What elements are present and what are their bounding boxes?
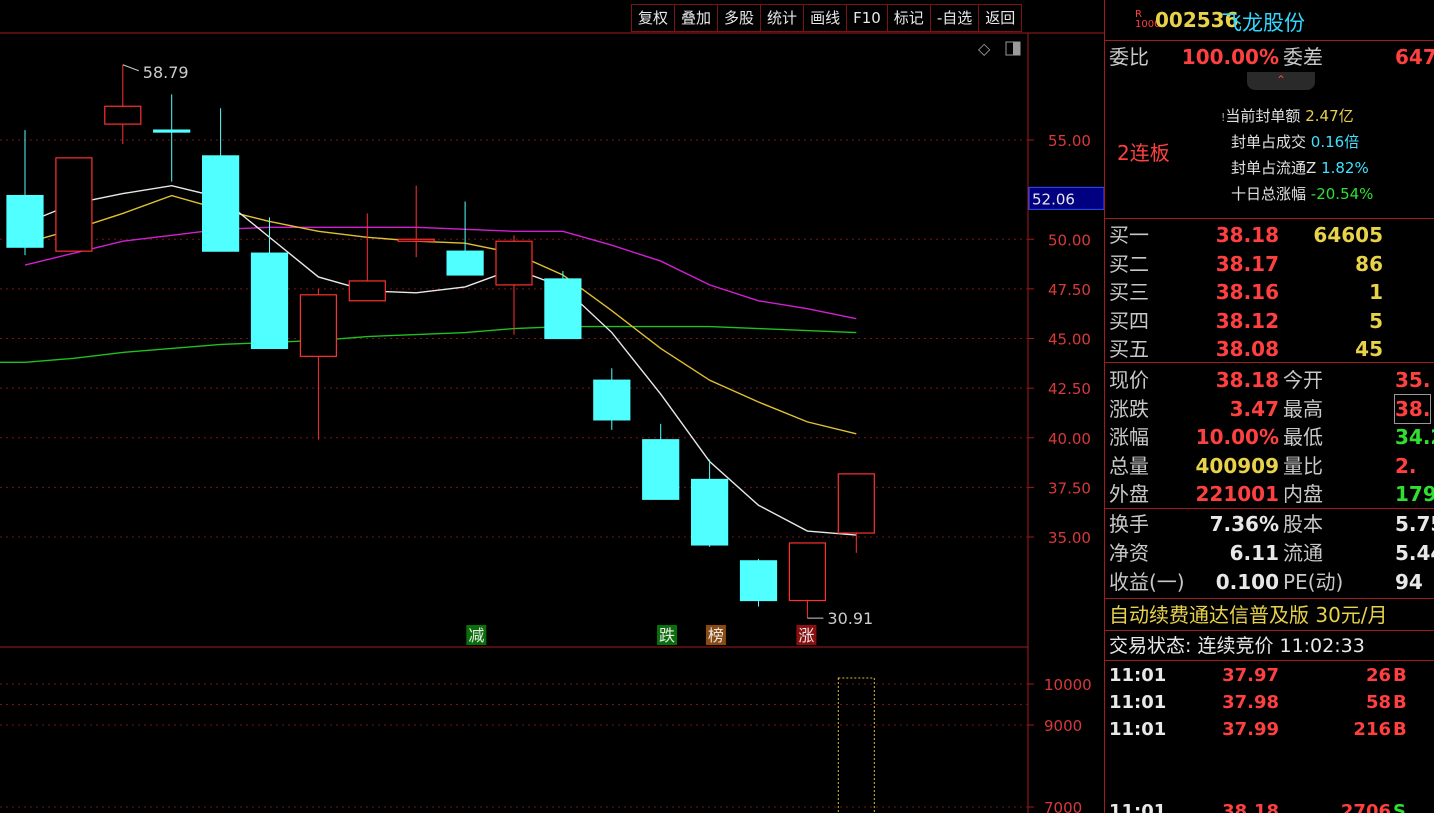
collapse-up-icon[interactable]: ⌃ <box>1247 72 1315 90</box>
high-label: 58.79 <box>143 63 189 82</box>
candle-body-8[interactable] <box>397 238 435 242</box>
bid-price: 38.18 <box>1215 223 1279 247</box>
candle-body-15[interactable] <box>739 560 778 602</box>
candle-body-10[interactable] <box>495 240 533 286</box>
candle-body-17[interactable] <box>837 473 875 534</box>
y-tick-label-8: 35.00 <box>1048 529 1091 547</box>
bid-label: 买一 <box>1109 223 1149 247</box>
low-label: 30.91 <box>827 609 873 628</box>
ma_green-line <box>0 325 857 364</box>
weibi-label: 委比 <box>1109 45 1149 69</box>
candle-body-0[interactable] <box>6 194 44 248</box>
trade-status: 交易状态: 连续竞价 11:02:33 <box>1109 635 1365 657</box>
y-tick-label-2: 50.00 <box>1048 231 1091 249</box>
ma_yellow-line <box>24 194 857 435</box>
lianban-badge: 2连板 <box>1117 141 1170 165</box>
weicha-value: 647 <box>1395 45 1434 69</box>
candle-body-11[interactable] <box>544 278 582 340</box>
stat-row-4: 外盘 221001 内盘 17990 <box>1109 482 1434 506</box>
diamond-icon[interactable]: ◇ <box>978 39 991 58</box>
candlestick-chart[interactable]: ◇ 55.00 52.06 50.00 47.50 45.00 42.50 40.00 37.… <box>0 0 1104 813</box>
stat-row-1: 涨跌 3.47 最高 38. <box>1109 393 1432 424</box>
tick-row: 11:01 37.99 216 B <box>1109 719 1407 740</box>
vol-tick-label-2: 7000 <box>1044 799 1082 813</box>
bid-volume: 86 <box>1355 251 1383 276</box>
bid-row-5[interactable]: 买五 38.08 45 <box>1105 335 1434 363</box>
window-toggle-fill <box>1013 42 1020 55</box>
stat-row-3: 总量 400909 量比 2. <box>1109 453 1417 478</box>
y-tick-label-7: 37.50 <box>1048 479 1091 497</box>
bid-price: 38.08 <box>1215 337 1279 361</box>
bid-volume: 1 <box>1369 280 1383 304</box>
ad-banner[interactable]: 自动续费通达信普及版 30元/月 <box>1105 601 1434 629</box>
candle-body-16[interactable] <box>788 542 827 602</box>
fundamental-row-2: 收益(一) 0.100 PE(动) 94 <box>1109 570 1423 594</box>
candle-body-7[interactable] <box>348 280 386 302</box>
tick-row: 11:01 37.97 26 B <box>1109 665 1407 686</box>
y-tick-label-0: 55.00 <box>1048 132 1091 150</box>
candle-body-3[interactable] <box>153 129 191 133</box>
bid-volume: 5 <box>1369 308 1383 333</box>
bid-label: 买二 <box>1109 251 1149 276</box>
y-tick-label-6: 40.00 <box>1048 430 1091 448</box>
tick-row: 11:01 37.98 58 B <box>1109 692 1407 713</box>
fundamental-row-1: 净资 6.11 流通 5.44 <box>1109 541 1434 565</box>
seal-turnover-row: 封单占成交 0.16倍 <box>1231 133 1360 151</box>
ma_magenta-line <box>24 226 857 320</box>
bid-label: 买五 <box>1109 337 1149 361</box>
candle-body-5[interactable] <box>250 252 289 350</box>
marker-2[interactable]: 榜 <box>708 626 724 645</box>
bid-volume: 64605 <box>1313 223 1383 247</box>
stock-name[interactable]: 飞龙股份 <box>1221 7 1305 37</box>
bid-row-3[interactable]: 买三 38.16 1 <box>1105 278 1434 306</box>
fundamental-row-0: 换手 7.36% 股本 5.75 <box>1109 512 1434 536</box>
stat-row-2: 涨幅 10.00% 最低 34.2 <box>1109 425 1434 449</box>
marker-0[interactable]: 减 <box>468 626 484 645</box>
ten-day-row: 十日总涨幅 -20.54% <box>1231 185 1374 203</box>
seal-amount-row: !当前封单额 2.47亿 <box>1221 107 1354 125</box>
candle-body-4[interactable] <box>202 155 240 252</box>
candle-body-12[interactable] <box>593 379 631 421</box>
weibi-value: 100.00% <box>1181 45 1279 69</box>
vol-tick-label-0: 10000 <box>1044 676 1092 694</box>
candle-body-6[interactable] <box>299 294 337 357</box>
weicha-label: 委差 <box>1283 45 1323 69</box>
quote-panel: R 1000 002536 飞龙股份 委比 100.00% 委差 647 ⌃ 2连… <box>1104 0 1434 813</box>
y-tick-label-4: 45.00 <box>1048 331 1091 349</box>
stat-row-0: 现价 38.18 今开 35. <box>1109 368 1431 392</box>
high-pointer <box>122 64 139 72</box>
candle-body-1[interactable] <box>55 157 93 252</box>
y-tick-label-3: 47.50 <box>1048 281 1091 299</box>
bid-volume: 45 <box>1355 337 1383 361</box>
bid-label: 买三 <box>1109 280 1149 304</box>
bid-price: 38.16 <box>1215 280 1279 304</box>
bid-price: 38.17 <box>1215 251 1279 276</box>
volume-bar-last[interactable] <box>837 677 875 813</box>
seal-float-row: 封单占流通Z 1.82% <box>1231 159 1369 177</box>
candle-body-9[interactable] <box>446 250 484 276</box>
candle-body-14[interactable] <box>690 478 729 546</box>
y-tick-label-5: 42.50 <box>1048 380 1091 398</box>
bid-row-2[interactable]: 买二 38.17 86 <box>1105 250 1434 278</box>
bid-row-1[interactable]: 买一 38.18 64605 <box>1105 221 1434 249</box>
marker-1[interactable]: 跌 <box>659 626 675 645</box>
bid-row-4[interactable]: 买四 38.12 5 <box>1105 307 1434 335</box>
vol-tick-label-1: 9000 <box>1044 717 1082 735</box>
candle-body-2[interactable] <box>104 105 142 125</box>
current-price-label: 52.06 <box>1032 190 1075 208</box>
bid-price: 38.12 <box>1215 308 1279 333</box>
marker-3[interactable]: 涨 <box>798 626 814 645</box>
candle-body-13[interactable] <box>642 439 680 500</box>
bid-label: 买四 <box>1109 308 1149 333</box>
tick-row: 11:01 38.18 2706 S <box>1109 801 1406 813</box>
